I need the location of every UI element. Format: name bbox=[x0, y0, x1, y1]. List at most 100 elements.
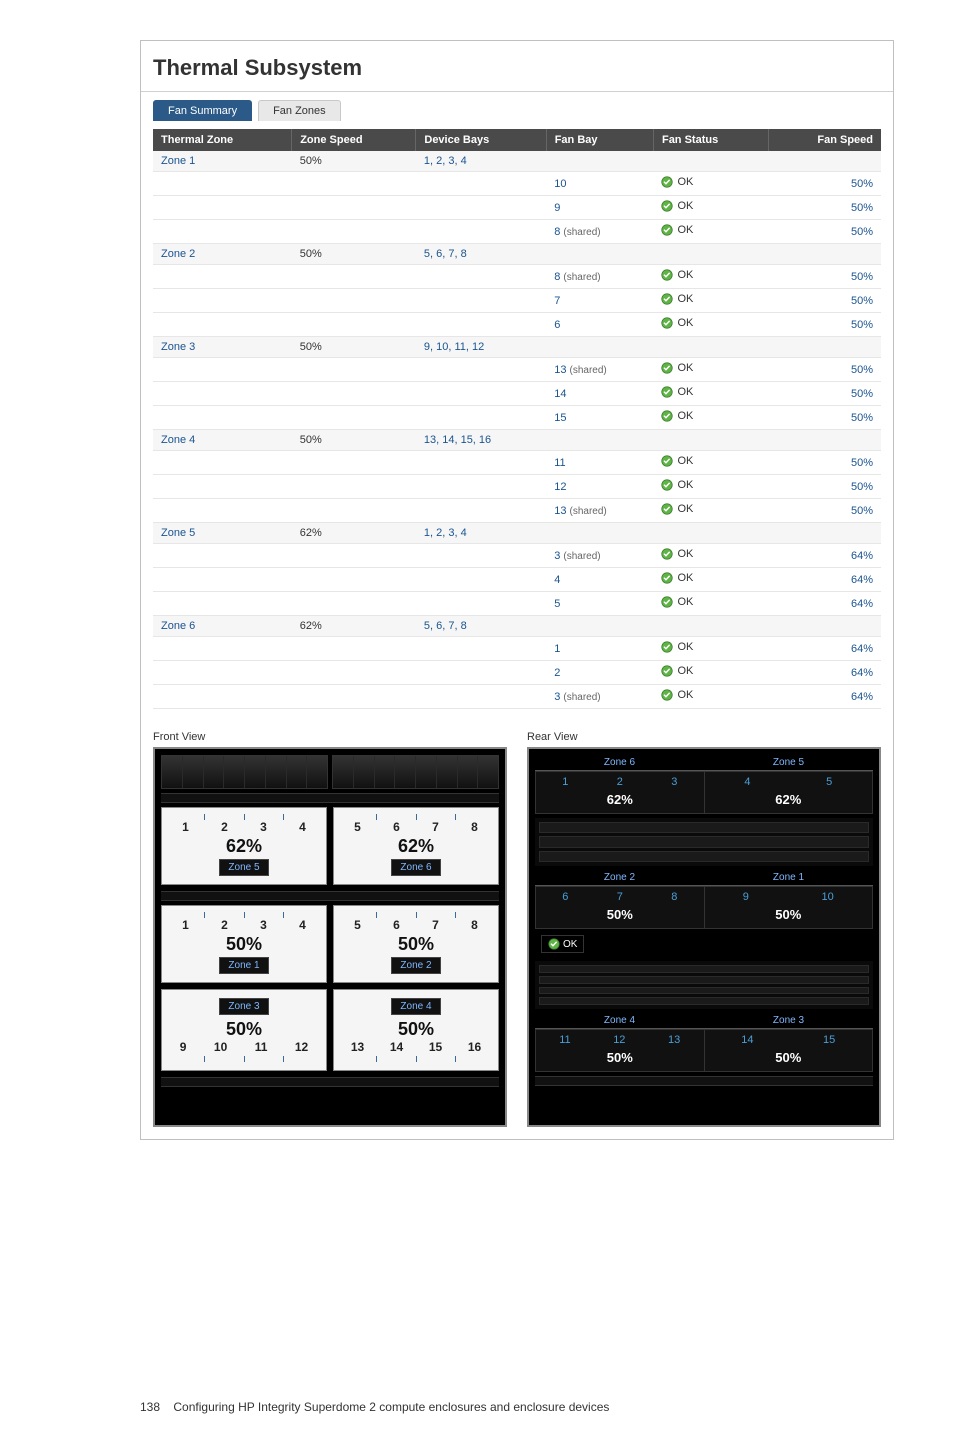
front-zone-box[interactable]: 123450%Zone 1 bbox=[161, 905, 327, 983]
fan-status: OK bbox=[653, 172, 768, 196]
zone-name: Zone 4 bbox=[153, 430, 292, 451]
fan-speed: 50% bbox=[768, 475, 881, 499]
page-footer: 138 Configuring HP Integrity Superdome 2… bbox=[140, 1400, 894, 1414]
rear-zone-label: Zone 4 bbox=[535, 1013, 704, 1029]
rear-zone-label: Zone 2 bbox=[535, 870, 704, 886]
zone-name: Zone 3 bbox=[153, 337, 292, 358]
tab-fan-zones[interactable]: Fan Zones bbox=[258, 100, 341, 121]
fan-status: OK bbox=[653, 382, 768, 406]
fan-row: 8 (shared) OK50% bbox=[153, 265, 881, 289]
fan-bay: 14 bbox=[546, 382, 653, 406]
zone-device-bays: 1, 2, 3, 4 bbox=[416, 151, 546, 172]
col-fan-speed: Fan Speed bbox=[768, 129, 881, 151]
rear-zone-label: Zone 5 bbox=[704, 755, 873, 771]
fan-bay: 13 (shared) bbox=[546, 358, 653, 382]
rear-bays: 123 bbox=[538, 776, 702, 788]
zone-device-bays: 5, 6, 7, 8 bbox=[416, 244, 546, 265]
fan-speed: 50% bbox=[768, 406, 881, 430]
bay-numbers: 1234 bbox=[166, 820, 322, 834]
rear-zone-label: Zone 3 bbox=[704, 1013, 873, 1029]
fan-row: 12 OK50% bbox=[153, 475, 881, 499]
fan-row: 13 (shared) OK50% bbox=[153, 499, 881, 523]
fan-speed: 50% bbox=[768, 196, 881, 220]
zone-row: Zone 250%5, 6, 7, 8 bbox=[153, 244, 881, 265]
fan-bay: 5 bbox=[546, 592, 653, 616]
fan-row: 1 OK64% bbox=[153, 637, 881, 661]
fan-bay: 2 bbox=[546, 661, 653, 685]
front-zone-box[interactable]: 567850%Zone 2 bbox=[333, 905, 499, 983]
fan-status: OK bbox=[653, 544, 768, 568]
rear-zone-box[interactable]: 67850% bbox=[536, 887, 705, 928]
zone-pct: 50% bbox=[166, 1019, 322, 1040]
fan-speed: 50% bbox=[768, 313, 881, 337]
col-thermal-zone: Thermal Zone bbox=[153, 129, 292, 151]
zone-device-bays: 13, 14, 15, 16 bbox=[416, 430, 546, 451]
fan-speed: 64% bbox=[768, 544, 881, 568]
front-zone-box[interactable]: Zone 450%13141516 bbox=[333, 989, 499, 1071]
rear-zone-box[interactable]: 11121350% bbox=[536, 1030, 705, 1071]
rear-pct: 62% bbox=[538, 792, 702, 807]
fan-status: OK bbox=[653, 406, 768, 430]
fan-status: OK bbox=[653, 313, 768, 337]
rear-view: Rear View Zone 6Zone 512362%4562% Zone 2… bbox=[527, 731, 881, 1127]
front-zone-box[interactable]: 567862%Zone 6 bbox=[333, 807, 499, 885]
zone-speed: 50% bbox=[292, 244, 416, 265]
fan-bay: 6 bbox=[546, 313, 653, 337]
rear-pct: 50% bbox=[538, 1050, 702, 1065]
rear-ok-badge: OK bbox=[541, 935, 584, 953]
zone-device-bays: 1, 2, 3, 4 bbox=[416, 523, 546, 544]
zone-row: Zone 562%1, 2, 3, 4 bbox=[153, 523, 881, 544]
zone-badge: Zone 1 bbox=[219, 957, 268, 974]
fan-bay: 9 bbox=[546, 196, 653, 220]
rear-bays: 1415 bbox=[707, 1034, 871, 1046]
rear-zone-box[interactable]: 4562% bbox=[705, 772, 873, 813]
fan-status: OK bbox=[653, 451, 768, 475]
page-title: Thermal Subsystem bbox=[141, 41, 893, 92]
rear-zone-label: Zone 1 bbox=[704, 870, 873, 886]
zone-speed: 50% bbox=[292, 151, 416, 172]
rear-pct: 50% bbox=[707, 907, 871, 922]
fan-status: OK bbox=[653, 568, 768, 592]
zone-row: Zone 150%1, 2, 3, 4 bbox=[153, 151, 881, 172]
fan-speed: 50% bbox=[768, 172, 881, 196]
tab-fan-summary[interactable]: Fan Summary bbox=[153, 100, 252, 121]
rear-pct: 62% bbox=[707, 792, 871, 807]
fan-bay: 1 bbox=[546, 637, 653, 661]
fan-row: 4 OK64% bbox=[153, 568, 881, 592]
fan-status: OK bbox=[653, 661, 768, 685]
fan-speed: 64% bbox=[768, 661, 881, 685]
col-fan-status: Fan Status bbox=[653, 129, 768, 151]
zone-badge: Zone 5 bbox=[219, 859, 268, 876]
bay-numbers: 5678 bbox=[338, 918, 494, 932]
fan-speed: 50% bbox=[768, 499, 881, 523]
page-number: 138 bbox=[140, 1400, 160, 1414]
tabs: Fan Summary Fan Zones bbox=[141, 92, 893, 121]
fan-speed: 64% bbox=[768, 637, 881, 661]
fan-bay: 10 bbox=[546, 172, 653, 196]
fan-row: 2 OK64% bbox=[153, 661, 881, 685]
front-zone-box[interactable]: Zone 3 50%9101112 bbox=[161, 989, 327, 1071]
rear-bays: 910 bbox=[707, 891, 871, 903]
fan-status: OK bbox=[653, 196, 768, 220]
bay-numbers: 9101112 bbox=[166, 1040, 322, 1054]
fan-status: OK bbox=[653, 358, 768, 382]
rear-zone-box[interactable]: 141550% bbox=[705, 1030, 873, 1071]
rear-zone-box[interactable]: 91050% bbox=[705, 887, 873, 928]
fan-status: OK bbox=[653, 499, 768, 523]
zone-name: Zone 1 bbox=[153, 151, 292, 172]
zone-badge: Zone 3 bbox=[219, 998, 268, 1015]
zone-row: Zone 350%9, 10, 11, 12 bbox=[153, 337, 881, 358]
fan-row: 7 OK50% bbox=[153, 289, 881, 313]
zone-speed: 62% bbox=[292, 616, 416, 637]
thermal-panel: Thermal Subsystem Fan Summary Fan Zones … bbox=[140, 40, 894, 1140]
fan-status: OK bbox=[653, 220, 768, 244]
fan-speed: 64% bbox=[768, 568, 881, 592]
fan-speed: 50% bbox=[768, 289, 881, 313]
zone-pct: 62% bbox=[166, 836, 322, 857]
front-zone-box[interactable]: 1234 62% Zone 5 bbox=[161, 807, 327, 885]
zone-row: Zone 662%5, 6, 7, 8 bbox=[153, 616, 881, 637]
zone-pct: 62% bbox=[338, 836, 494, 857]
rear-bays: 45 bbox=[707, 776, 871, 788]
rear-view-label: Rear View bbox=[527, 731, 881, 743]
rear-zone-box[interactable]: 12362% bbox=[536, 772, 705, 813]
